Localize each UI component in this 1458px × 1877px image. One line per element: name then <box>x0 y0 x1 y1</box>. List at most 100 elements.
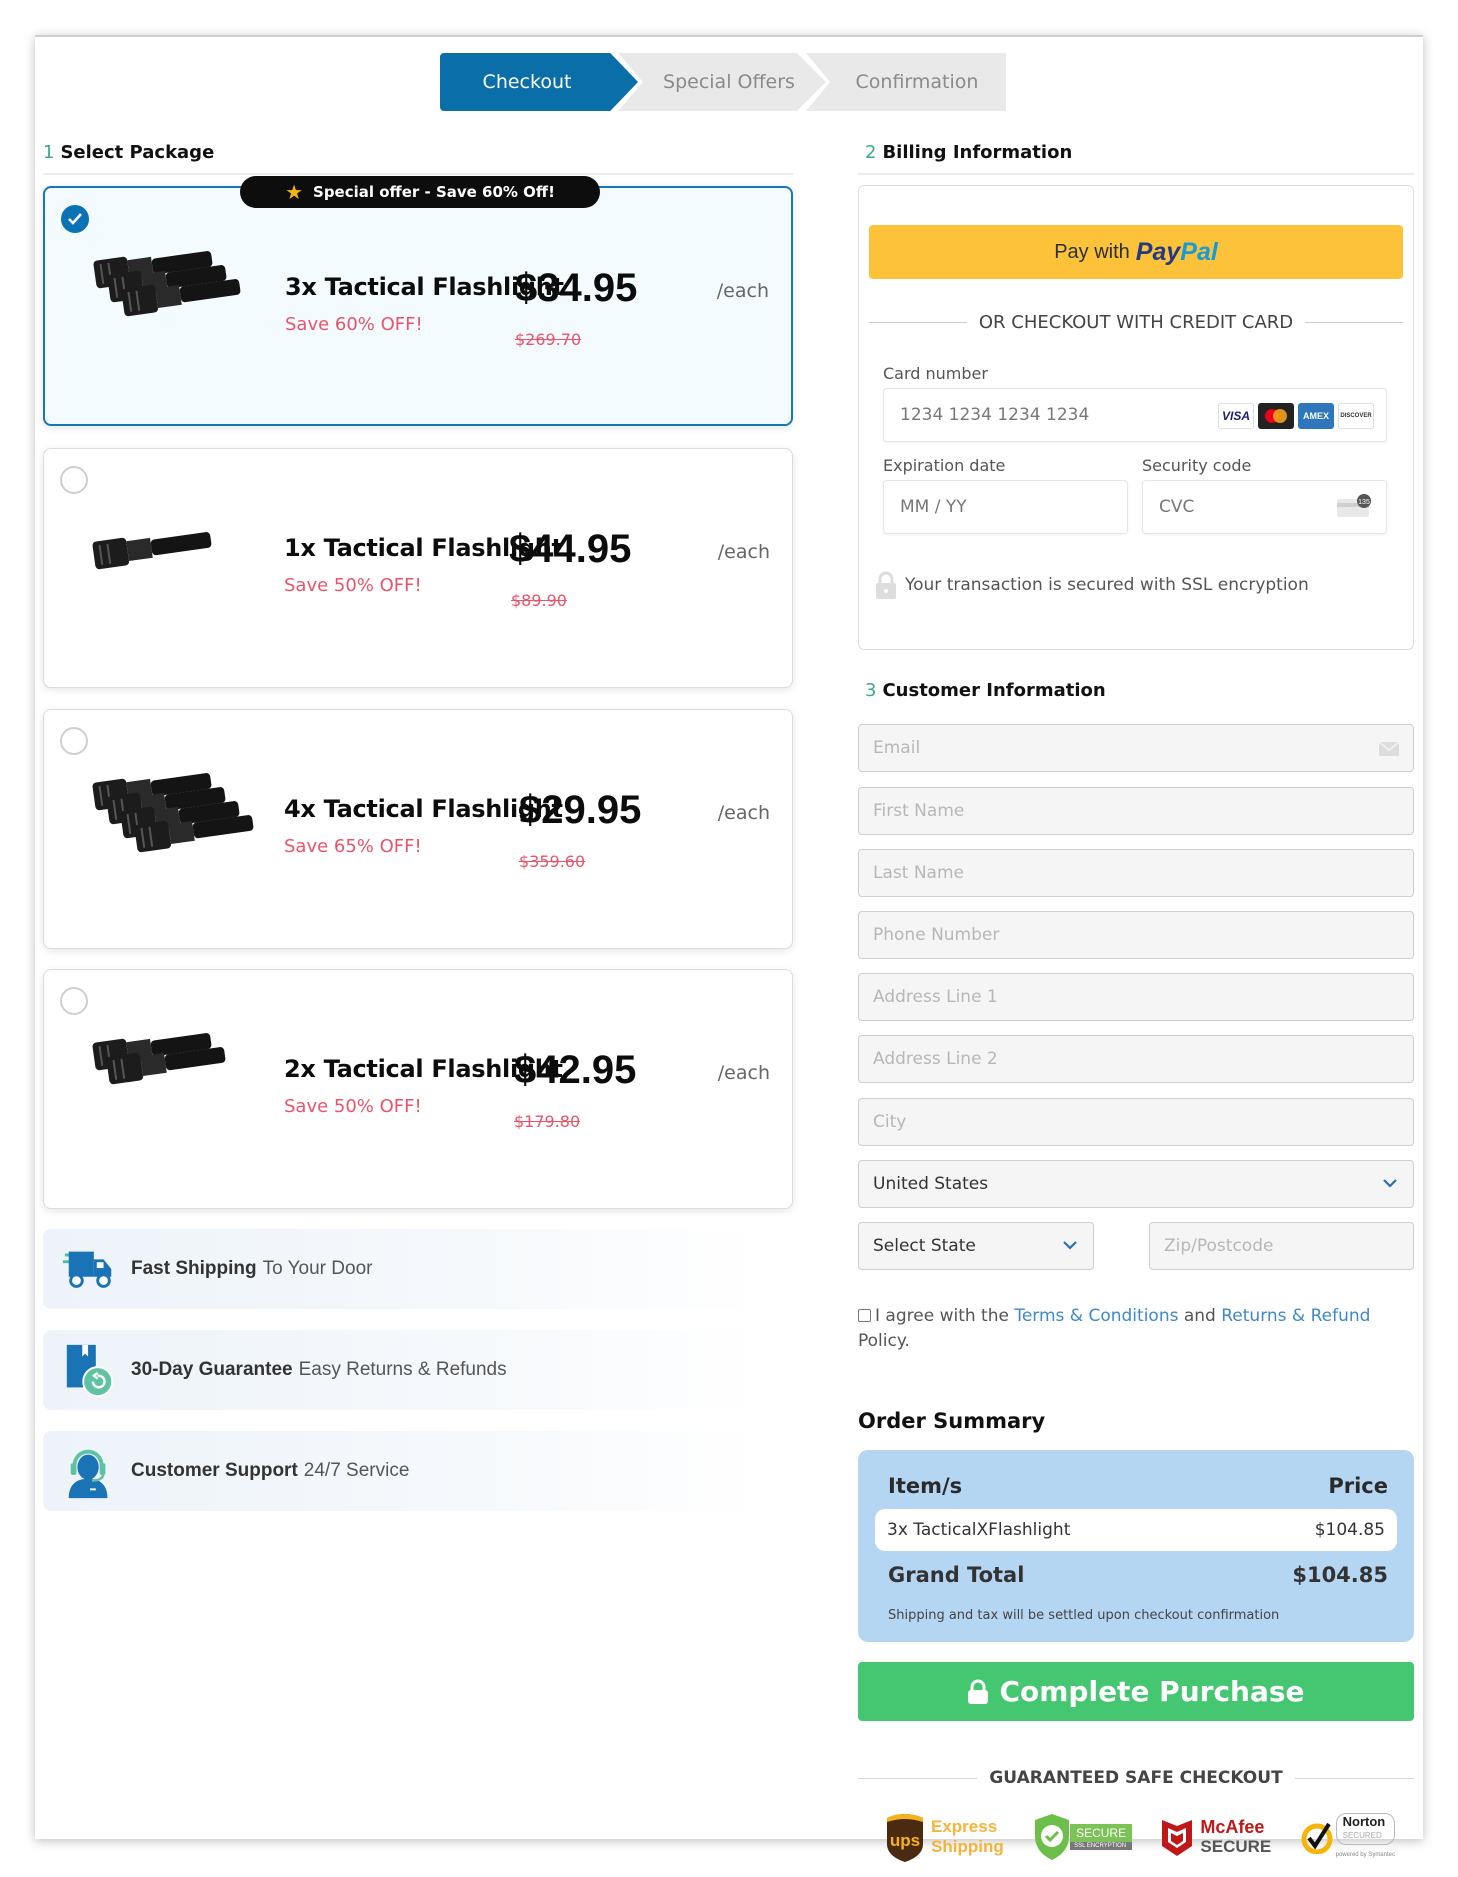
zip-placeholder: Zip/Postcode <box>1164 1236 1274 1256</box>
flashlight-product-image <box>92 1033 226 1085</box>
norton-line3: powered by Symantec <box>1335 1851 1395 1858</box>
feature-fast-shipping: Fast Shipping To Your Door <box>43 1229 763 1309</box>
shield-check-icon <box>1035 1814 1070 1860</box>
svg-text:135: 135 <box>1358 499 1370 506</box>
city-input[interactable]: City <box>858 1098 1414 1146</box>
ribbon-text: Special offer - Save 60% Off! <box>313 183 555 201</box>
phone-placeholder: Phone Number <box>873 925 1000 945</box>
address-line-2-input[interactable]: Address Line 2 <box>858 1035 1414 1083</box>
radio-unchecked-icon[interactable] <box>60 466 88 494</box>
address1-placeholder: Address Line 1 <box>873 987 998 1007</box>
feature-support: Customer Support 24/7 Service <box>43 1431 763 1511</box>
ssl-badge-line1: SECURE <box>1070 1824 1133 1842</box>
package-savings: Save 60% OFF! <box>285 314 423 335</box>
ssl-secure-badge: SECURE SSL ENCRYPTION <box>1032 1812 1133 1862</box>
flashlight-product-image <box>92 773 254 853</box>
package-option[interactable]: 2x Tactical Flashlight Save 50% OFF! $42.9… <box>43 969 793 1209</box>
zip-input[interactable]: Zip/Postcode <box>1149 1222 1414 1270</box>
radio-unchecked-icon[interactable] <box>60 987 88 1015</box>
package-price: $34.95 <box>515 266 638 310</box>
checkout-steps: Checkout Special Offers Confirmation <box>440 53 1006 111</box>
package-old-price: $179.80 <box>514 1112 581 1131</box>
terms-link[interactable]: Terms & Conditions <box>1014 1306 1178 1326</box>
package-option[interactable]: ★ Special offer - Save 60% Off! 3x Tactica… <box>43 176 793 426</box>
package-old-price: $89.90 <box>511 591 567 610</box>
lock-icon <box>876 571 896 599</box>
mastercard-icon <box>1258 403 1294 429</box>
cvc-placeholder: CVC <box>1159 497 1195 517</box>
package-savings: Save 50% OFF! <box>284 575 422 596</box>
mcafee-shield-icon <box>1162 1820 1193 1856</box>
country-select[interactable]: United States <box>858 1160 1414 1208</box>
norton-badge: Norton SECURED powered by Symantec <box>1300 1812 1395 1862</box>
expiry-input[interactable]: MM / YY <box>883 480 1128 534</box>
billing-panel: Pay with Pay Pal OR CHECKOUT WITH CREDIT … <box>858 185 1414 650</box>
special-offer-ribbon: ★ Special offer - Save 60% Off! <box>240 176 600 208</box>
first-name-input[interactable]: First Name <box>858 787 1414 835</box>
package-option[interactable]: 4x Tactical Flashlight Save 65% OFF! $29.9… <box>43 709 793 949</box>
price-unit: /each <box>716 280 769 302</box>
package-old-price: $269.70 <box>515 330 582 349</box>
or-divider: OR CHECKOUT WITH CREDIT CARD <box>869 312 1404 333</box>
phone-input[interactable]: Phone Number <box>858 911 1414 959</box>
card-brand-logos: VISA AMEX DISCOVER <box>1218 403 1374 429</box>
step-checkout[interactable]: Checkout <box>440 53 638 111</box>
expiry-placeholder: MM / YY <box>900 497 967 517</box>
mcafee-line2: SECURE <box>1200 1837 1272 1856</box>
card-number-label: Card number <box>883 364 988 383</box>
order-item-row: 3x TacticalXFlashlight $104.85 <box>875 1509 1397 1551</box>
paypal-button[interactable]: Pay with Pay Pal <box>869 225 1403 279</box>
last-name-input[interactable]: Last Name <box>858 849 1414 897</box>
package-old-price: $359.60 <box>519 852 586 871</box>
card-number-input[interactable]: 1234 1234 1234 1234 VISA AMEX DISCOVER <box>883 388 1387 442</box>
ssl-text: Your transaction is secured with SSL enc… <box>905 575 1309 595</box>
feature-title: Customer Support <box>131 1460 298 1481</box>
complete-purchase-label: Complete Purchase <box>999 1675 1305 1708</box>
visa-icon: VISA <box>1218 403 1254 429</box>
paypal-logo-pal: Pal <box>1180 237 1218 266</box>
complete-purchase-button[interactable]: Complete Purchase <box>858 1662 1414 1721</box>
norton-check-icon <box>1301 1822 1333 1854</box>
cvc-input[interactable]: CVC 135 <box>1142 480 1387 534</box>
address-line-1-input[interactable]: Address Line 1 <box>858 973 1414 1021</box>
billing-heading: 2 Billing Information <box>865 142 1072 163</box>
mcafee-badge: McAfee SECURE <box>1160 1816 1271 1858</box>
step-confirmation[interactable]: Confirmation <box>806 53 1006 111</box>
paypal-logo: Pay <box>1135 237 1181 266</box>
package-price: $42.95 <box>514 1048 637 1092</box>
price-unit: /each <box>717 802 770 824</box>
or-checkout-text: OR CHECKOUT WITH CREDIT CARD <box>978 312 1294 333</box>
customer-info-heading: 3 Customer Information <box>865 680 1106 701</box>
guaranteed-title: GUARANTEED SAFE CHECKOUT <box>989 1768 1283 1788</box>
lock-icon <box>968 1679 989 1704</box>
feature-title: 30-Day Guarantee <box>131 1359 293 1380</box>
radio-unchecked-icon[interactable] <box>60 727 88 755</box>
guaranteed-safe-checkout: GUARANTEED SAFE CHECKOUT <box>858 1768 1415 1788</box>
agree-prefix: I agree with the <box>875 1306 1009 1326</box>
agree-and: and <box>1183 1306 1216 1326</box>
checkmark-icon <box>68 213 82 225</box>
ssl-notice: Your transaction is secured with SSL enc… <box>875 570 1309 600</box>
terms-checkbox[interactable] <box>858 1309 871 1322</box>
state-select[interactable]: Select State <box>858 1222 1094 1270</box>
card-number-placeholder: 1234 1234 1234 1234 <box>900 405 1090 425</box>
chevron-down-icon <box>1383 1179 1397 1188</box>
radio-checked-icon[interactable] <box>61 205 89 233</box>
last-name-placeholder: Last Name <box>873 863 964 883</box>
envelope-icon <box>1379 742 1399 756</box>
step-special-offers[interactable]: Special Offers <box>618 53 826 111</box>
price-column-header: Price <box>1328 1474 1388 1498</box>
agree-suffix: Policy. <box>858 1331 910 1351</box>
email-input[interactable]: Email <box>858 724 1414 772</box>
package-option[interactable]: 1x Tactical Flashlight Save 50% OFF! $44.9… <box>43 448 793 688</box>
address2-placeholder: Address Line 2 <box>873 1049 998 1069</box>
mcafee-line1: McAfee <box>1200 1817 1265 1837</box>
ups-logo-icon: ups <box>887 1814 923 1862</box>
truck-icon <box>62 1251 112 1288</box>
support-agent-icon <box>68 1449 108 1499</box>
returns-link[interactable]: Returns & Refund <box>1221 1306 1370 1326</box>
norton-line1: Norton <box>1342 1813 1386 1829</box>
country-value: United States <box>873 1174 989 1194</box>
discover-icon: DISCOVER <box>1338 403 1374 429</box>
norton-line2: SECURED <box>1342 1830 1382 1840</box>
